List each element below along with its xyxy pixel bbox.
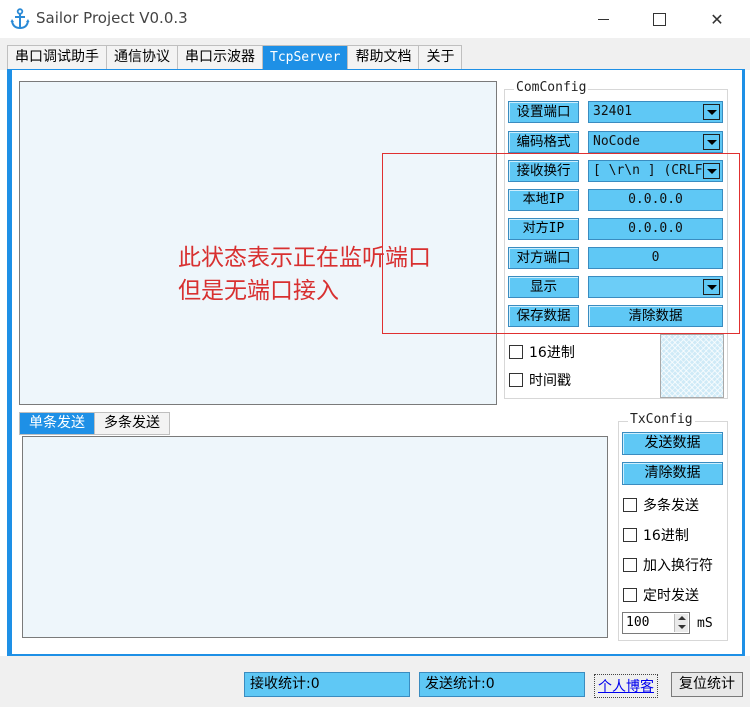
send-text-area[interactable]	[22, 436, 608, 638]
encoding-button[interactable]: 编码格式	[508, 131, 579, 153]
timestamp-checkbox[interactable]: 时间戳	[509, 370, 571, 390]
port-select-value: 32401	[593, 104, 633, 119]
comconfig-label: ComConfig	[514, 80, 589, 95]
close-button[interactable]: ✕	[694, 0, 740, 38]
window-title: Sailor Project V0.0.3	[36, 9, 188, 27]
checkbox-box[interactable]	[623, 498, 637, 512]
tab-about[interactable]: 关于	[418, 45, 463, 69]
chevron-down-icon[interactable]	[703, 134, 720, 150]
clear-send-button[interactable]: 清除数据	[622, 462, 723, 485]
send-tabs: 单条发送 多条发送	[19, 412, 170, 435]
port-select[interactable]: 32401	[588, 101, 723, 123]
hex-send-label: 16进制	[643, 528, 689, 544]
timed-send-checkbox[interactable]: 定时发送	[623, 585, 699, 605]
multi-send-label: 多条发送	[643, 498, 699, 514]
main-tabs: 串口调试助手 通信协议 串口示波器 TcpServer 帮助文档 关于	[7, 45, 463, 69]
encoding-select-value: NoCode	[593, 134, 640, 149]
annotation-line-2: 但是无端口接入	[178, 278, 339, 304]
tab-protocol[interactable]: 通信协议	[106, 45, 178, 69]
hex-receive-checkbox[interactable]: 16进制	[509, 342, 575, 362]
tab-help[interactable]: 帮助文档	[347, 45, 420, 69]
checkbox-box[interactable]	[509, 345, 523, 359]
status-indicator-box	[660, 334, 724, 398]
tab-oscilloscope[interactable]: 串口示波器	[177, 45, 263, 69]
add-newline-checkbox[interactable]: 加入换行符	[623, 555, 713, 575]
tab-single-send[interactable]: 单条发送	[19, 412, 95, 435]
set-port-button[interactable]: 设置端口	[508, 101, 579, 123]
tab-multi-send[interactable]: 多条发送	[94, 412, 170, 435]
maximize-button[interactable]	[636, 0, 682, 38]
send-count: 发送统计:0	[419, 672, 585, 697]
interval-spinbox[interactable]: 100	[622, 612, 690, 634]
checkbox-box[interactable]	[623, 588, 637, 602]
tab-tcpserver[interactable]: TcpServer	[262, 45, 349, 69]
annotation-rectangle	[382, 153, 740, 334]
title-bar: Sailor Project V0.0.3 ✕	[0, 0, 750, 38]
reset-stats-button[interactable]: 复位统计	[671, 672, 743, 697]
interval-unit: mS	[697, 616, 713, 631]
checkbox-box[interactable]	[623, 528, 637, 542]
spin-up-icon[interactable]	[674, 614, 688, 623]
hex-send-checkbox[interactable]: 16进制	[623, 525, 689, 545]
timestamp-label: 时间戳	[529, 373, 571, 389]
annotation-line-1: 此状态表示正在监听端口	[178, 245, 431, 271]
tab-serial-assistant[interactable]: 串口调试助手	[7, 45, 107, 69]
minimize-button[interactable]	[580, 0, 626, 38]
timed-send-label: 定时发送	[643, 588, 699, 604]
hex-receive-label: 16进制	[529, 345, 575, 361]
checkbox-box[interactable]	[623, 558, 637, 572]
interval-value: 100	[626, 615, 650, 630]
send-data-button[interactable]: 发送数据	[622, 432, 723, 455]
spin-down-icon[interactable]	[674, 623, 688, 632]
multi-send-checkbox[interactable]: 多条发送	[623, 495, 699, 515]
chevron-down-icon[interactable]	[703, 104, 720, 120]
add-newline-label: 加入换行符	[643, 558, 713, 574]
receive-count: 接收统计:0	[244, 672, 410, 697]
checkbox-box[interactable]	[509, 373, 523, 387]
txconfig-label: TxConfig	[628, 412, 695, 427]
encoding-select[interactable]: NoCode	[588, 131, 723, 153]
blog-link[interactable]: 个人博客	[594, 674, 658, 698]
anchor-icon	[10, 8, 30, 30]
